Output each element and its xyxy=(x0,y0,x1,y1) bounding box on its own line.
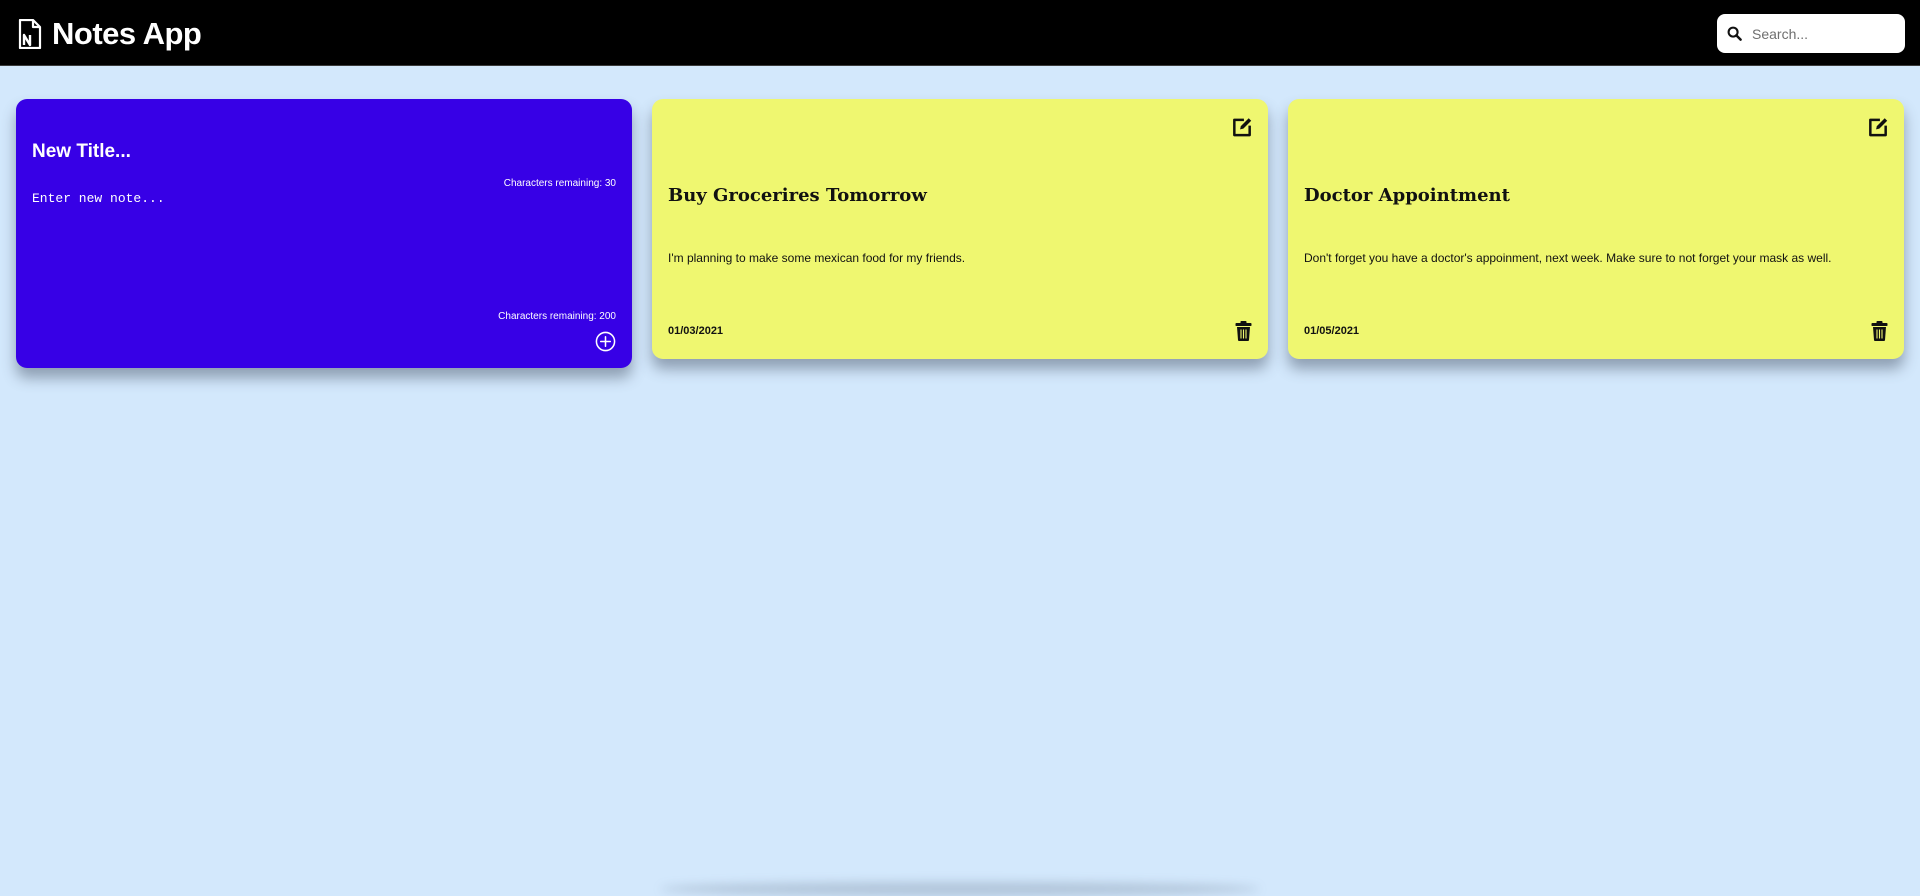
note-text: Don't forget you have a doctor's appoinm… xyxy=(1304,251,1832,265)
note-text: I'm planning to make some mexican food f… xyxy=(668,251,966,265)
edit-icon[interactable] xyxy=(1230,116,1254,139)
body-characters-remaining: Characters remaining: 200 xyxy=(498,311,616,322)
brand: Notes App xyxy=(18,16,202,51)
new-note-card: Characters remaining: 30 Characters rema… xyxy=(16,99,632,368)
search-icon xyxy=(1727,26,1742,41)
note-date: 01/03/2021 xyxy=(668,325,724,337)
note-card: Buy Grocerires Tomorrow I'm planning to … xyxy=(652,99,1268,359)
note-date: 01/05/2021 xyxy=(1304,325,1360,337)
new-note-title-input[interactable] xyxy=(32,141,432,163)
note-document-icon xyxy=(18,19,42,49)
new-note-body-input[interactable] xyxy=(32,191,602,301)
bottom-shadow xyxy=(660,882,1260,896)
top-navbar: Notes App xyxy=(0,0,1920,66)
trash-icon[interactable] xyxy=(1235,321,1252,341)
search-box[interactable] xyxy=(1717,14,1905,53)
note-card: Doctor Appointment Don't forget you have… xyxy=(1288,99,1904,359)
add-note-button[interactable] xyxy=(595,331,616,352)
app-title: Notes App xyxy=(52,16,202,51)
search-input[interactable] xyxy=(1750,24,1894,43)
note-title: Doctor Appointment xyxy=(1304,185,1510,206)
note-title: Buy Grocerires Tomorrow xyxy=(668,185,927,206)
trash-icon[interactable] xyxy=(1871,321,1888,341)
edit-icon[interactable] xyxy=(1866,116,1890,139)
title-characters-remaining: Characters remaining: 30 xyxy=(503,178,616,189)
